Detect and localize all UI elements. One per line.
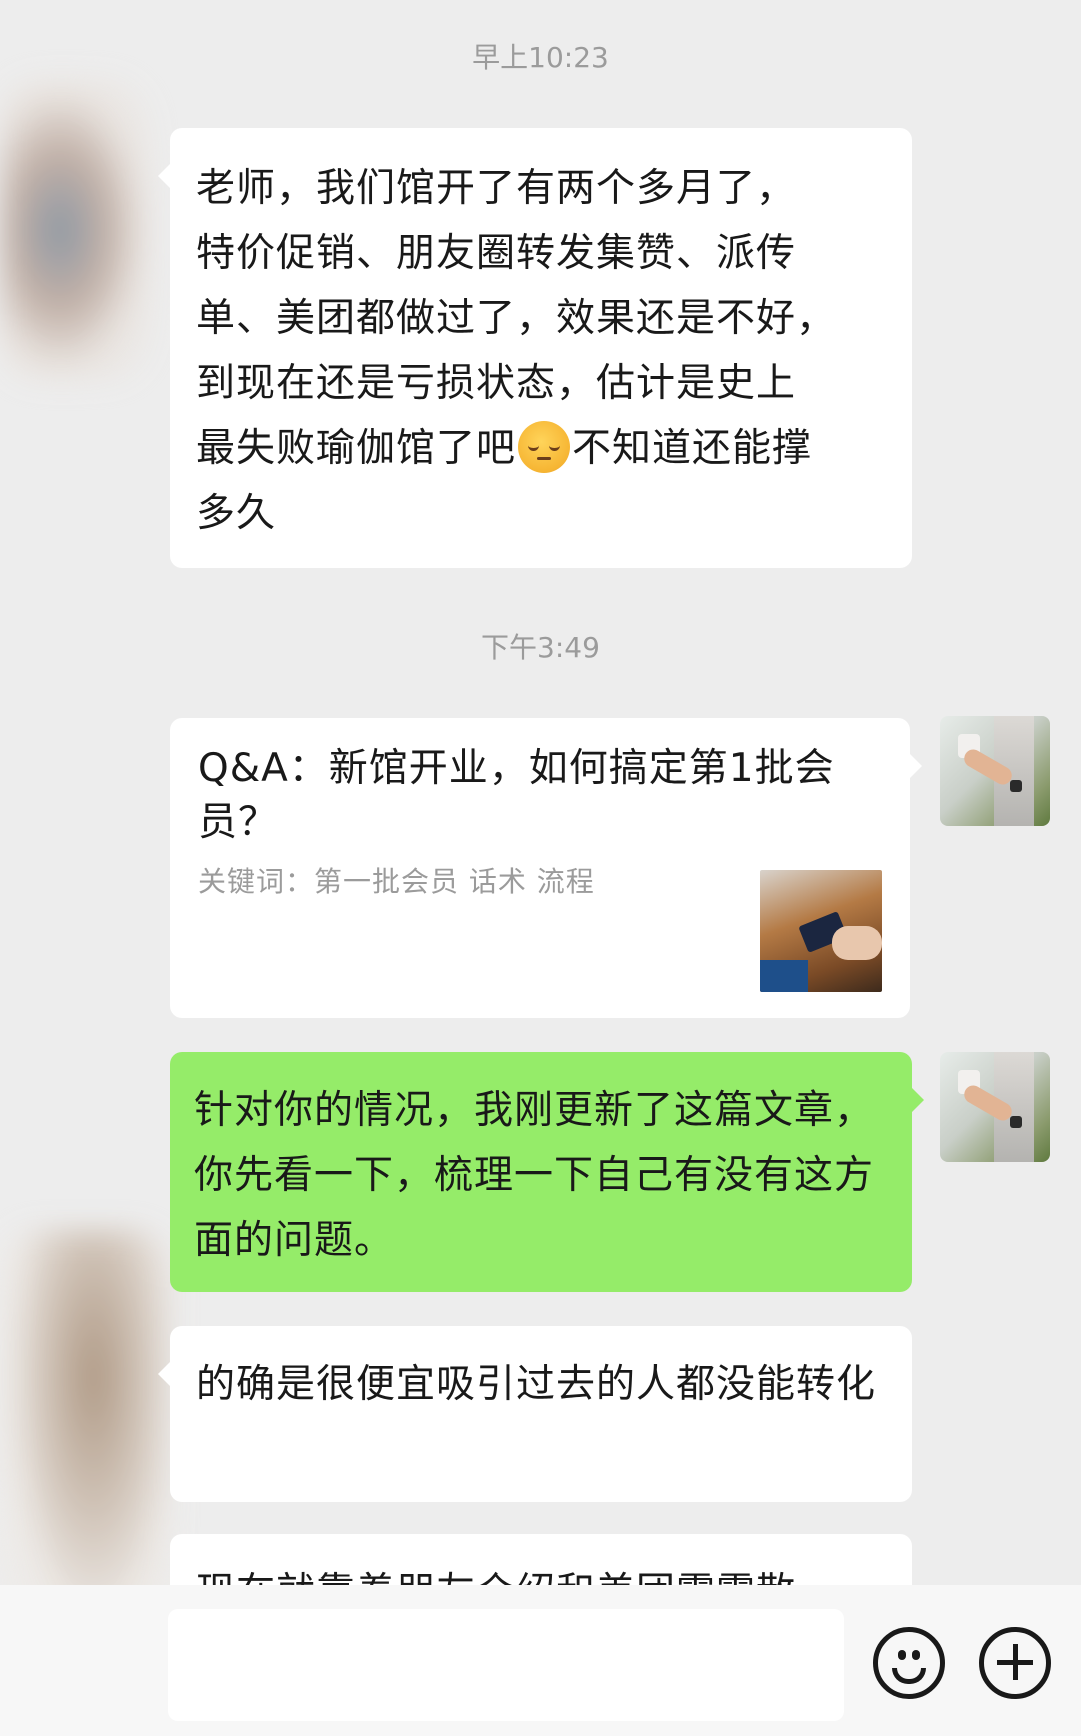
- article-title: Q&A：新馆开业，如何搞定第1批会员？: [198, 746, 835, 845]
- message-line: 老师，我们馆开了有两个多月了，: [196, 166, 797, 211]
- pensive-face-icon: [518, 421, 571, 473]
- message-line: 特价促销、朋友圈转发集赞、派传: [196, 231, 797, 276]
- incoming-message[interactable]: 老师，我们馆开了有两个多月了， 特价促销、朋友圈转发集赞、派传 单、美团都做过了…: [158, 128, 912, 568]
- timestamp: 下午3:49: [481, 631, 600, 664]
- message-line: 到现在还是亏损状态，估计是史上: [196, 361, 797, 406]
- contact-avatar-blurred: [0, 80, 150, 380]
- plus-circle-icon[interactable]: [979, 1627, 1051, 1699]
- message-line: 多久: [196, 491, 277, 536]
- article-thumbnail: [760, 870, 882, 992]
- my-avatar[interactable]: [940, 1052, 1050, 1162]
- message-text: 不知道还能撑: [572, 426, 813, 471]
- my-avatar[interactable]: [940, 716, 1050, 826]
- outgoing-message[interactable]: 针对你的情况，我刚更新了这篇文章，你先看一下，梳理一下自己有没有这方面的问题。: [170, 1052, 924, 1292]
- bubble-tail: [910, 754, 922, 778]
- message-line: 最失败瑜伽馆了吧 不知道还能撑: [196, 416, 888, 481]
- chat-input-bar: [0, 1585, 1081, 1736]
- emoji-icon[interactable]: [873, 1627, 945, 1699]
- message-text: 最失败瑜伽馆了吧: [196, 426, 517, 471]
- bubble-tail: [912, 1088, 924, 1112]
- timestamp: 早上10:23: [472, 41, 609, 74]
- bubble-tail: [158, 164, 170, 188]
- article-card[interactable]: Q&A：新馆开业，如何搞定第1批会员？ 关键词：第一批会员 话术 流程: [170, 718, 922, 1018]
- message-text: 的确是很便宜吸引过去的人都没能转化: [196, 1362, 877, 1407]
- message-line: 单、美团都做过了，效果还是不好，: [196, 296, 837, 341]
- message-text: 针对你的情况，我刚更新了这篇文章，你先看一下，梳理一下自己有没有这方面的问题。: [194, 1088, 875, 1263]
- incoming-message[interactable]: 的确是很便宜吸引过去的人都没能转化: [158, 1326, 912, 1502]
- bubble-tail: [158, 1362, 170, 1386]
- message-input[interactable]: [168, 1609, 844, 1721]
